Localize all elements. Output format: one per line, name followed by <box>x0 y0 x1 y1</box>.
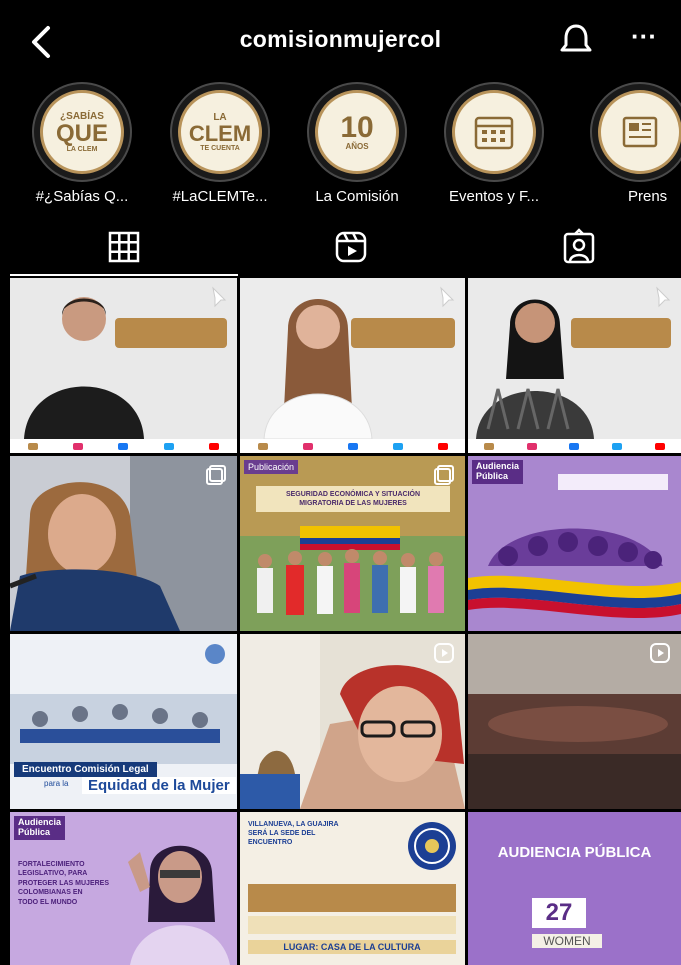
posts-grid: Publicación SEGURIDAD ECONÓMICA Y SITUAC… <box>10 278 681 965</box>
post-caption-banner: Encuentro Comisión Legal <box>14 762 157 777</box>
pin-icon <box>212 286 227 308</box>
bell-icon <box>560 24 592 52</box>
post-4[interactable] <box>10 456 237 631</box>
highlight-cover: ¿SABÍAS QUE LA CLEM <box>32 82 132 182</box>
post-9[interactable] <box>468 634 681 809</box>
portrait-image <box>263 299 373 439</box>
highlight-label: #LaCLEMTe... <box>172 188 268 204</box>
carousel-icon <box>434 465 454 485</box>
post-date: 27 <box>532 898 586 928</box>
post-title: AUDIENCIA PÚBLICA <box>497 844 652 861</box>
post-tag: Publicación <box>244 460 299 474</box>
post-title: SEGURIDAD ECONÓMICA Y SITUACIÓN MIGRATOR… <box>256 486 450 513</box>
highlight-cover-text: 10 <box>340 111 374 144</box>
post-body-line: TODO EL MUNDO <box>18 898 78 906</box>
tab-posts-grid[interactable] <box>104 227 144 267</box>
post-10[interactable]: Audiencia Pública FORTALECIMIENTO LEGISL… <box>10 812 237 965</box>
highlight-label: Prens <box>628 188 668 204</box>
post-tag: Audiencia Pública <box>472 460 524 484</box>
pin-icon <box>656 286 671 308</box>
calendar-icon <box>474 116 514 150</box>
post-body-line: COLOMBIANAS EN <box>18 889 83 897</box>
post-title-line: ENCUENTRO <box>248 839 293 847</box>
social-links-strip <box>10 439 237 453</box>
selfie-video-image <box>240 634 465 809</box>
post-title: VILLANUEVA, LA GUAJIRA SERÁ LA SEDE DEL … <box>248 820 339 847</box>
active-tab-indicator <box>10 274 238 276</box>
post-6[interactable]: Audiencia Pública <box>468 456 681 631</box>
highlight-cover-text: LA CLEM <box>66 145 98 153</box>
highlight-laclem-te-cuenta[interactable]: LA CLEM TE CUENTA #LaCLEMTe... <box>150 82 290 204</box>
post-body-text: FORTALECIMIENTO LEGISLATIVO, PARA PROTEG… <box>18 860 109 907</box>
post-5[interactable]: Publicación SEGURIDAD ECONÓMICA Y SITUAC… <box>240 456 465 631</box>
post-12[interactable]: AUDIENCIA PÚBLICA 27 WOMEN <box>468 812 681 965</box>
protest-sign: WOMEN <box>532 934 602 948</box>
tab-reels[interactable] <box>331 227 371 267</box>
post-tag: Audiencia Pública <box>14 816 66 840</box>
post-pinned-2[interactable] <box>240 278 465 453</box>
highlight-cover: LA CLEM TE CUENTA <box>170 82 270 182</box>
highlight-label: #¿Sabías Q... <box>35 188 129 204</box>
social-links-strip <box>468 439 681 453</box>
post-body-line: FORTALECIMIENTO <box>18 861 85 868</box>
post-11[interactable]: VILLANUEVA, LA GUAJIRA SERÁ LA SEDE DEL … <box>240 812 465 965</box>
carousel-icon <box>206 465 226 485</box>
tagged-icon <box>563 228 595 264</box>
highlight-label: La Comisión <box>315 188 399 204</box>
highlight-cover-text: CLEM <box>188 120 252 146</box>
post-pinned-1[interactable] <box>10 278 237 453</box>
social-links-strip <box>240 439 465 453</box>
highlight-cover-text: QUE <box>55 119 108 147</box>
post-title-line: SEGURIDAD ECONÓMICA Y SITUACIÓN <box>285 491 421 498</box>
pin-icon <box>440 286 455 308</box>
highlight-prensa[interactable]: Prens <box>570 82 681 204</box>
post-caption-line: Encuentro Comisión Legal <box>22 764 149 775</box>
highlight-la-comision[interactable]: 10 AÑOS La Comisión <box>287 82 427 204</box>
post-tag-line: Pública <box>476 470 509 481</box>
highlight-eventos[interactable]: Eventos y F... <box>424 82 564 204</box>
tab-tagged[interactable] <box>559 227 599 267</box>
reels-icon <box>335 231 367 263</box>
story-highlights-row: ¿SABÍAS QUE LA CLEM #¿Sabías Q... LA CLE… <box>0 82 681 204</box>
post-title-line: SERÁ LA SEDE DEL <box>248 830 316 838</box>
post-banner <box>248 884 456 912</box>
portrait-image <box>476 299 594 439</box>
portrait-image <box>24 297 144 439</box>
highlight-sabias-que[interactable]: ¿SABÍAS QUE LA CLEM #¿Sabías Q... <box>12 82 152 204</box>
photo-image <box>10 456 237 631</box>
notifications-button[interactable] <box>559 22 593 58</box>
post-body-line: LEGISLATIVO, PARA <box>18 870 88 878</box>
post-7[interactable]: Encuentro Comisión Legal para la Equidad… <box>10 634 237 809</box>
more-options-button[interactable]: ··· <box>624 18 664 58</box>
post-title-line: MIGRATORIA DE LAS MUJERES <box>299 500 407 508</box>
post-banner <box>558 474 668 490</box>
highlight-cover: 10 AÑOS <box>307 82 407 182</box>
post-pinned-3[interactable] <box>468 278 681 453</box>
post-title-line: VILLANUEVA, LA GUAJIRA <box>248 821 339 828</box>
highlight-cover-text: TE CUENTA <box>200 144 240 152</box>
grid-icon <box>108 231 140 263</box>
post-caption-title: Equidad de la Mujer <box>82 777 236 794</box>
post-caption-line: para la <box>44 779 69 788</box>
newspaper-icon <box>622 116 658 148</box>
profile-tabs <box>0 215 681 277</box>
post-banner <box>248 916 456 934</box>
crowd-illustration <box>468 528 681 619</box>
highlight-cover <box>444 82 544 182</box>
highlight-cover-text: AÑOS <box>345 142 369 151</box>
highlight-cover <box>590 82 681 182</box>
post-venue: LUGAR: CASA DE LA CULTURA <box>248 940 456 954</box>
post-body-line: PROTEGER LAS MUJERES <box>18 879 110 887</box>
highlight-label: Eventos y F... <box>448 188 540 204</box>
woman-illustration <box>128 845 230 965</box>
post-tag-line: Pública <box>18 826 51 837</box>
group-photo-image <box>240 526 465 631</box>
profile-header: comisionmujercol ··· <box>0 0 681 82</box>
reel-icon <box>650 643 670 663</box>
reel-icon <box>434 643 454 663</box>
post-8[interactable] <box>240 634 465 809</box>
seal-logo <box>408 822 456 870</box>
